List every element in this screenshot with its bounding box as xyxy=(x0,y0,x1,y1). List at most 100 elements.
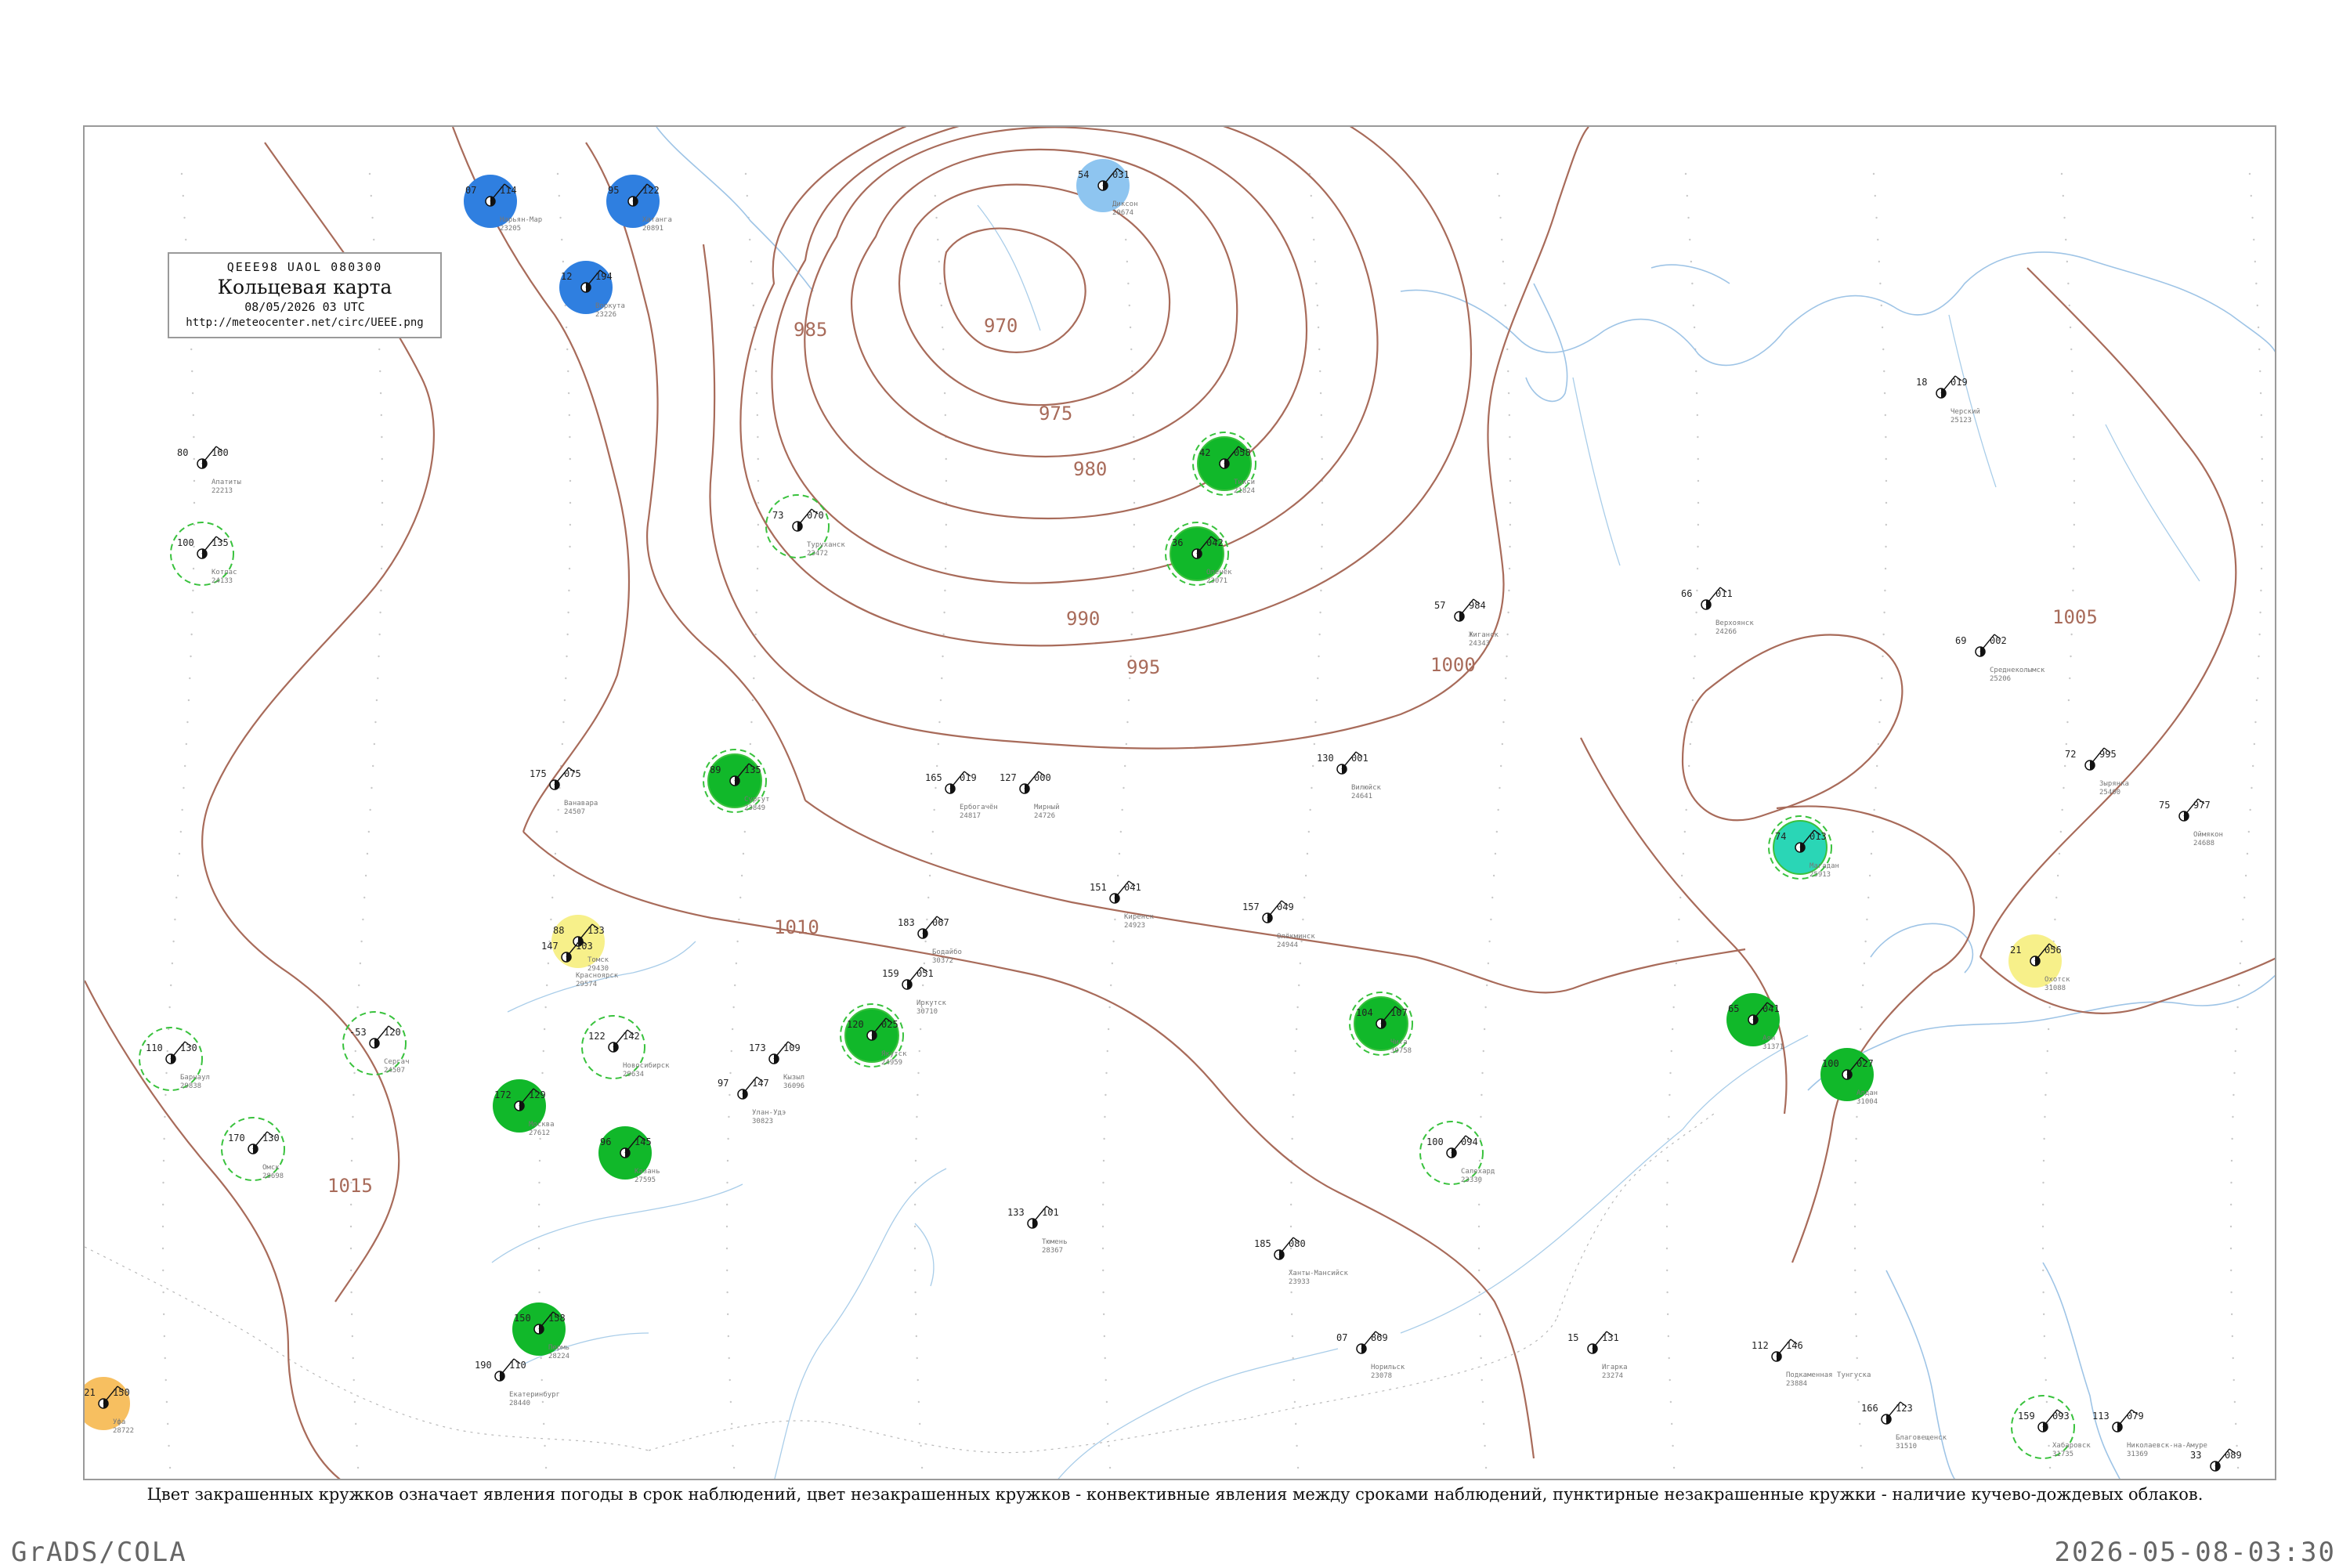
legend-url[interactable]: http://meteocenter.net/circ/UEEE.png xyxy=(169,316,440,329)
station-plot[interactable]: 96 145 Казань27595 xyxy=(598,1126,660,1184)
station-pressure: 041 xyxy=(1124,882,1141,893)
station-plot[interactable]: 127 000 Мирный24726 xyxy=(1000,771,1060,820)
station-plot[interactable]: 190 110 Екатеринбург28440 xyxy=(475,1358,560,1407)
station-plot[interactable]: 170 130 Омск28698 xyxy=(221,1117,285,1181)
station-plot[interactable]: 166 123 Благовещенск31510 xyxy=(1861,1401,1947,1451)
station-name: Оймякон xyxy=(2193,831,2223,839)
station-pressure: 129 xyxy=(529,1089,546,1100)
station-pressure: 130 xyxy=(180,1042,197,1053)
station-plot[interactable]: 15 131 Игарка23274 xyxy=(1567,1331,1628,1380)
station-temperature: 127 xyxy=(1000,772,1017,783)
station-name: Магадан xyxy=(1810,862,1839,870)
station-name: Благовещенск xyxy=(1896,1434,1947,1442)
station-plot[interactable]: 72 995 Зырянка25400 xyxy=(2065,747,2129,797)
station-plot[interactable]: 100 135 Котлас24133 xyxy=(170,522,237,586)
station-plot[interactable]: 12 194 Воркута23226 xyxy=(559,261,625,319)
station-temperature: 69 xyxy=(1955,635,1966,646)
station-pressure: 067 xyxy=(932,917,949,928)
station-code: 31088 xyxy=(2044,985,2066,992)
station-plot[interactable]: 18 019 Черский25123 xyxy=(1916,375,1980,425)
station-temperature: 42 xyxy=(1199,447,1210,458)
station-plot[interactable]: 54 031 Диксон20674 xyxy=(1076,159,1138,217)
station-plot[interactable]: 183 067 Бодайбо30372 xyxy=(898,916,962,965)
station-plot[interactable]: 121 150 Уфа28722 xyxy=(85,1377,134,1435)
station-name: Москва xyxy=(529,1121,555,1129)
station-plot[interactable]: 69 002 Среднеколымск25206 xyxy=(1955,634,2045,683)
station-pressure: 135 xyxy=(212,537,229,548)
station-pressure: 869 xyxy=(1371,1332,1388,1343)
station-temperature: 165 xyxy=(925,772,942,783)
station-plot[interactable]: 175 075 Ванавара24507 xyxy=(530,767,598,816)
station-plot[interactable]: -53 120 Сергач24507 xyxy=(342,1011,410,1075)
station-code: 28224 xyxy=(548,1353,569,1360)
station-temperature: 12 xyxy=(561,271,572,282)
station-code: 22213 xyxy=(212,487,233,495)
station-plot[interactable]: 185 080 Ханты-Мансийск23933 xyxy=(1254,1237,1348,1286)
station-plot[interactable]: 95 122 Хатанга20891 xyxy=(606,175,672,233)
station-plot[interactable]: 120 025 Якутск24959 xyxy=(840,1003,907,1068)
station-plot[interactable]: 42 058 Тикси21824 xyxy=(1192,432,1256,496)
station-plot[interactable]: 100 094 Салехард23330 xyxy=(1419,1121,1495,1185)
station-plot[interactable]: 65 041 Аян31371 xyxy=(1726,993,1784,1051)
station-plot[interactable]: 74 013 Магадан25913 xyxy=(1768,815,1839,880)
station-code: 24959 xyxy=(881,1059,902,1067)
station-plot[interactable]: 33089Поронайск32098 xyxy=(2190,1448,2263,1480)
station-plot[interactable]: 97 147 Улан-Удэ30823 xyxy=(718,1076,786,1125)
station-plot[interactable]: 159 093 Хабаровск31735 xyxy=(2011,1395,2091,1459)
station-name: Ванавара xyxy=(564,800,598,807)
station-pressure: 131 xyxy=(1602,1332,1619,1343)
station-code: 28698 xyxy=(262,1172,284,1180)
station-name: Кызыл xyxy=(783,1074,804,1082)
station-name: Подкаменная Тунгуска xyxy=(1786,1371,1871,1379)
station-pressure: 110 xyxy=(509,1360,526,1371)
station-plot[interactable]: 100 027 Алдан31004 xyxy=(1820,1048,1878,1106)
station-code: 23884 xyxy=(1786,1380,1807,1388)
station-plot[interactable]: 159 051 Иркутск30710 xyxy=(882,966,947,1016)
station-code: 30372 xyxy=(932,957,953,965)
isobar-label-990: 990 xyxy=(1066,608,1100,630)
station-plot[interactable]: 75 977 Оймякон24688 xyxy=(2159,798,2223,847)
station-plot[interactable]: 73 070 Туруханск23472 xyxy=(765,494,845,558)
station-name: Игарка xyxy=(1602,1364,1628,1371)
station-plot[interactable]: 172 129 Москва27612 xyxy=(493,1079,555,1137)
station-temperature: 54 xyxy=(1078,169,1089,180)
station-code: 30823 xyxy=(752,1118,773,1125)
station-pressure: 114 xyxy=(500,185,517,196)
station-plot[interactable]: 07 114 Нарьян-Мар23205 xyxy=(464,175,542,233)
station-plot[interactable]: 66 011 Верхоянск24266 xyxy=(1681,587,1754,636)
station-plot[interactable]: 151 041 Киренск24923 xyxy=(1090,880,1155,930)
station-temperature: 133 xyxy=(1007,1207,1025,1218)
map-caption: Цвет закрашенных кружков означает явлени… xyxy=(146,1485,2204,1504)
station-plot[interactable]: 07 869 Норильск23078 xyxy=(1336,1331,1405,1380)
station-plot[interactable]: 57 984 Жиганск24343 xyxy=(1434,598,1499,648)
station-plot[interactable]: 89 135 Сургут23849 xyxy=(703,749,770,813)
station-name: Пермь xyxy=(548,1344,569,1352)
station-plot[interactable]: 165 019 Ербогачён24817 xyxy=(925,771,998,820)
country-borders xyxy=(85,1113,1715,1454)
station-plot[interactable]: 104 107 Чита30758 xyxy=(1349,992,1413,1056)
station-plot[interactable]: 110 130 Барнаул29838 xyxy=(139,1027,210,1091)
station-code: 29634 xyxy=(623,1071,644,1078)
station-plot[interactable]: 130 001 Вилюйск24641 xyxy=(1317,751,1382,800)
station-plot[interactable]: 133 101 Тюмень28367 xyxy=(1007,1205,1068,1255)
station-plot[interactable]: 122 142 Новосибирск29634 xyxy=(581,1015,670,1079)
station-name: Сургут xyxy=(744,796,770,804)
station-pressure: 107 xyxy=(1390,1007,1408,1018)
station-pressure: 194 xyxy=(595,271,613,282)
station-name: Ербогачён xyxy=(960,803,998,811)
station-plot[interactable]: 112 146 Подкаменная Тунгуска23884 xyxy=(1752,1339,1871,1388)
station-plot[interactable]: 150 158 Пермь28224 xyxy=(512,1302,569,1360)
station-plot[interactable]: 80 160 Апатиты22213 xyxy=(177,446,241,495)
station-code: 23071 xyxy=(1206,577,1227,585)
station-plot[interactable]: 21 056 Охотск31088 xyxy=(2008,934,2070,992)
station-plot[interactable]: 36 042 Оленёк23071 xyxy=(1165,522,1232,586)
station-plot[interactable]: 157 049 Олёкминск24944 xyxy=(1242,900,1315,949)
station-pressure: 042 xyxy=(1206,537,1224,548)
lat-lon-grid xyxy=(161,172,2264,1469)
station-code: 25913 xyxy=(1810,871,1831,879)
station-temperature: 97 xyxy=(718,1078,728,1089)
station-name: Туруханск xyxy=(807,541,845,549)
station-temperature: 74 xyxy=(1775,831,1786,842)
isobar-label-1015: 1015 xyxy=(327,1175,373,1197)
station-temperature: 112 xyxy=(1752,1340,1769,1351)
